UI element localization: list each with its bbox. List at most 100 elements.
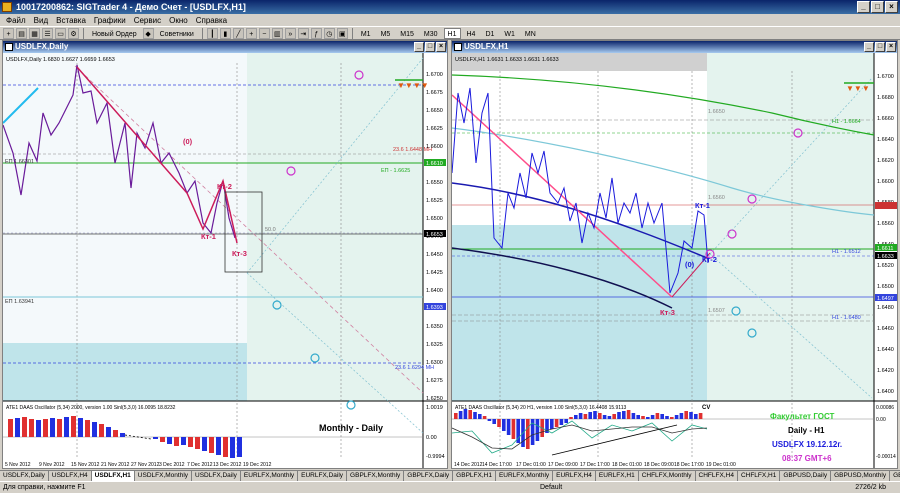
templates-icon[interactable]: ▣ xyxy=(336,27,348,39)
chart-restore-button[interactable]: □ xyxy=(875,42,885,52)
label-zero: (0) xyxy=(183,137,193,146)
svg-text:1.6680: 1.6680 xyxy=(877,95,894,101)
new-order-button[interactable]: Новый Ордер xyxy=(88,28,141,39)
chart-minimize-button[interactable]: _ xyxy=(414,42,424,52)
chart-tab[interactable]: USDLFX,H1 xyxy=(91,471,135,481)
chart-tab[interactable]: EURLFX,Daily xyxy=(298,471,348,481)
chart-tab[interactable]: EURLFX,Monthly xyxy=(496,471,554,481)
oscillator-scale: 0.00086 0.00 -0.00014 xyxy=(876,405,896,460)
menu-insert[interactable]: Вставка xyxy=(52,16,90,25)
current-price-tag: 1.6633 xyxy=(877,254,894,260)
svg-text:1.0019: 1.0019 xyxy=(426,405,443,411)
candle-chart-icon[interactable]: ▮ xyxy=(219,27,231,39)
profiles-icon[interactable]: ▤ xyxy=(16,27,27,39)
oscillator-bar xyxy=(473,412,477,419)
line-chart-icon[interactable]: ╱ xyxy=(232,27,244,39)
timeframe-m1[interactable]: M1 xyxy=(357,28,375,39)
menu-file[interactable]: Файл xyxy=(2,16,30,25)
chart-tab[interactable]: GBPLFX,Monthly xyxy=(347,471,405,481)
chart-window-titlebar[interactable]: USDLFX,Daily _ □ × xyxy=(3,41,447,53)
svg-text:1.6600: 1.6600 xyxy=(426,144,443,150)
bar-chart-icon[interactable]: ┃ xyxy=(206,27,218,39)
date-axis: 5 Nov 2012 9 Nov 2012 15 Nov 2012 21 Nov… xyxy=(5,462,272,468)
chart-tab[interactable]: USDLFX,Daily xyxy=(192,471,241,481)
timeframe-w1[interactable]: W1 xyxy=(500,28,519,39)
market-watch-icon[interactable]: ▦ xyxy=(29,27,40,39)
chart-tab[interactable]: EURLFX,H4 xyxy=(553,471,596,481)
chart-window-daily[interactable]: USDLFX,Daily _ □ × ▼▼▼▼ (0) Кт-2 Кт-1 Кт… xyxy=(2,40,448,469)
oscillator-bar xyxy=(698,413,703,419)
level-label-ep2: ЕП 1.63941 xyxy=(5,299,34,305)
chart-tab[interactable]: USDLFX,H4 xyxy=(49,471,92,481)
oscillator-bar xyxy=(511,419,516,439)
chart-tab[interactable]: GBPUSD,H1 xyxy=(890,471,900,481)
svg-text:1.6700: 1.6700 xyxy=(877,74,894,80)
chart-tab[interactable]: GBPLFX,H1 xyxy=(453,471,496,481)
svg-text:1.6675: 1.6675 xyxy=(426,90,443,96)
chart-tab[interactable]: EURLFX,Monthly xyxy=(241,471,299,481)
chart-tab[interactable]: GBPUSD,Monthly xyxy=(831,471,891,481)
chart-tab[interactable]: USDLFX,Daily xyxy=(0,471,49,481)
svg-text:-0.00014: -0.00014 xyxy=(876,454,896,460)
maximize-button[interactable]: □ xyxy=(871,1,884,13)
chart-tab[interactable]: GBPUSD,Daily xyxy=(780,471,832,481)
metaeditor-icon[interactable]: ◆ xyxy=(142,27,154,39)
oscillator-bar xyxy=(646,417,650,419)
oscillator-bar xyxy=(660,414,664,419)
chart-tab-bar: USDLFX,Daily USDLFX,H4 USDLFX,H1 USDLFX,Mon… xyxy=(0,470,900,481)
menu-help[interactable]: Справка xyxy=(192,16,231,25)
timeframe-m30[interactable]: M30 xyxy=(420,28,442,39)
svg-text:19 Dec 01:00: 19 Dec 01:00 xyxy=(706,462,736,468)
terminal-icon[interactable]: ▭ xyxy=(55,27,66,39)
timeframe-mn[interactable]: MN xyxy=(521,28,540,39)
minimize-button[interactable]: _ xyxy=(857,1,870,13)
navigator-icon[interactable]: ☰ xyxy=(42,27,53,39)
svg-text:1.6550: 1.6550 xyxy=(426,180,443,186)
timeframe-m5[interactable]: M5 xyxy=(377,28,395,39)
svg-text:1.6620: 1.6620 xyxy=(877,158,894,164)
periods-icon[interactable]: ◷ xyxy=(323,27,335,39)
chart-close-button[interactable]: × xyxy=(436,42,446,52)
menu-tools[interactable]: Сервис xyxy=(130,16,165,25)
chart-minimize-button[interactable]: _ xyxy=(864,42,874,52)
chart-tab[interactable]: USDLFX,Monthly xyxy=(135,471,193,481)
autoscroll-icon[interactable]: » xyxy=(284,27,296,39)
timeframe-d1[interactable]: D1 xyxy=(481,28,498,39)
advisors-button[interactable]: Советники xyxy=(156,28,198,39)
daily-chart-canvas[interactable]: ▼▼▼▼ (0) Кт-2 Кт-1 Кт-3 23.6 1.6448 МН Е… xyxy=(3,53,447,468)
svg-text:17 Dec 17:00: 17 Dec 17:00 xyxy=(580,462,610,468)
menu-window[interactable]: Окно xyxy=(165,16,192,25)
menu-view[interactable]: Вид xyxy=(30,16,52,25)
chart-tab[interactable]: EURLFX,H1 xyxy=(596,471,639,481)
chart-tab[interactable]: GBPLFX,Daily xyxy=(404,471,454,481)
svg-text:1.6560: 1.6560 xyxy=(877,221,894,227)
chart-shift-icon[interactable]: ⇥ xyxy=(297,27,309,39)
svg-text:1.6480: 1.6480 xyxy=(877,305,894,311)
svg-text:1.6275: 1.6275 xyxy=(426,378,443,384)
oscillator-bar xyxy=(468,410,472,419)
chart-tab[interactable]: CHFLFX,Monthly xyxy=(639,471,696,481)
chart-tab[interactable]: CHFLFX,H1 xyxy=(738,471,781,481)
zoom-out-icon[interactable]: − xyxy=(258,27,270,39)
timeframe-m15[interactable]: M15 xyxy=(396,28,418,39)
chart-window-h1[interactable]: USDLFX,H1 _ □ × ▼▼▼ Кт-1 Кт-2 (0) Кт-3 H… xyxy=(451,40,898,469)
zoom-in-icon[interactable]: + xyxy=(245,27,257,39)
oscillator-bar xyxy=(463,409,468,419)
timeframe-h4[interactable]: H4 xyxy=(463,28,480,39)
svg-text:1.6250: 1.6250 xyxy=(426,396,443,402)
h1-chart-canvas[interactable]: ▼▼▼ Кт-1 Кт-2 (0) Кт-3 H1 - 1.6664 H1 - … xyxy=(452,53,897,468)
chart-window-titlebar[interactable]: USDLFX,H1 _ □ × xyxy=(452,41,897,53)
tile-icon[interactable]: ▥ xyxy=(271,27,283,39)
close-button[interactable]: × xyxy=(885,1,898,13)
new-chart-icon[interactable]: + xyxy=(3,27,14,39)
tester-icon[interactable]: ⚙ xyxy=(68,27,79,39)
menu-charts[interactable]: Графики xyxy=(90,16,130,25)
oscillator-bar xyxy=(554,419,559,427)
oscillator-bar xyxy=(631,413,636,419)
chart-tab[interactable]: CHFLFX,H4 xyxy=(696,471,738,481)
status-traffic: 2726/2 kb xyxy=(855,484,886,491)
chart-restore-button[interactable]: □ xyxy=(425,42,435,52)
timeframe-h1[interactable]: H1 xyxy=(443,27,461,39)
chart-close-button[interactable]: × xyxy=(886,42,896,52)
indicators-icon[interactable]: ƒ xyxy=(310,27,322,39)
